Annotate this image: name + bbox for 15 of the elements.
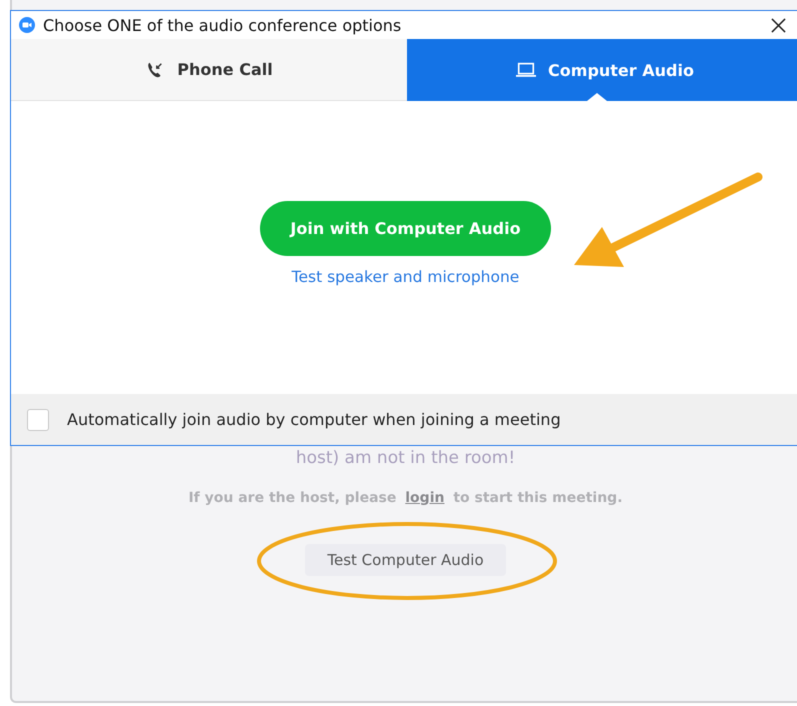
checkbox[interactable] [27, 408, 49, 430]
test-computer-audio-button[interactable]: Test Computer Audio [305, 544, 506, 576]
message-text: host) am not in the room! [296, 448, 516, 468]
camera-icon [19, 17, 35, 33]
window-title: Choose ONE of the audio conference options [43, 16, 402, 34]
host-notice: If you are the host, please login to start this meeting. [188, 490, 623, 506]
tab-pointer [587, 93, 607, 101]
close-icon[interactable] [771, 18, 786, 32]
laptop-icon [516, 61, 536, 79]
test-speaker-link[interactable]: Test speaker and microphone [292, 268, 520, 286]
tab[interactable]: Computer Audio [407, 39, 797, 101]
auto-join-label: Automatically join audio by computer when joining a meeting [67, 410, 561, 429]
join-audio-button[interactable]: Join with Computer Audio [260, 201, 551, 256]
login-link[interactable]: login [405, 490, 444, 506]
tab[interactable]: Phone Call [11, 39, 407, 101]
